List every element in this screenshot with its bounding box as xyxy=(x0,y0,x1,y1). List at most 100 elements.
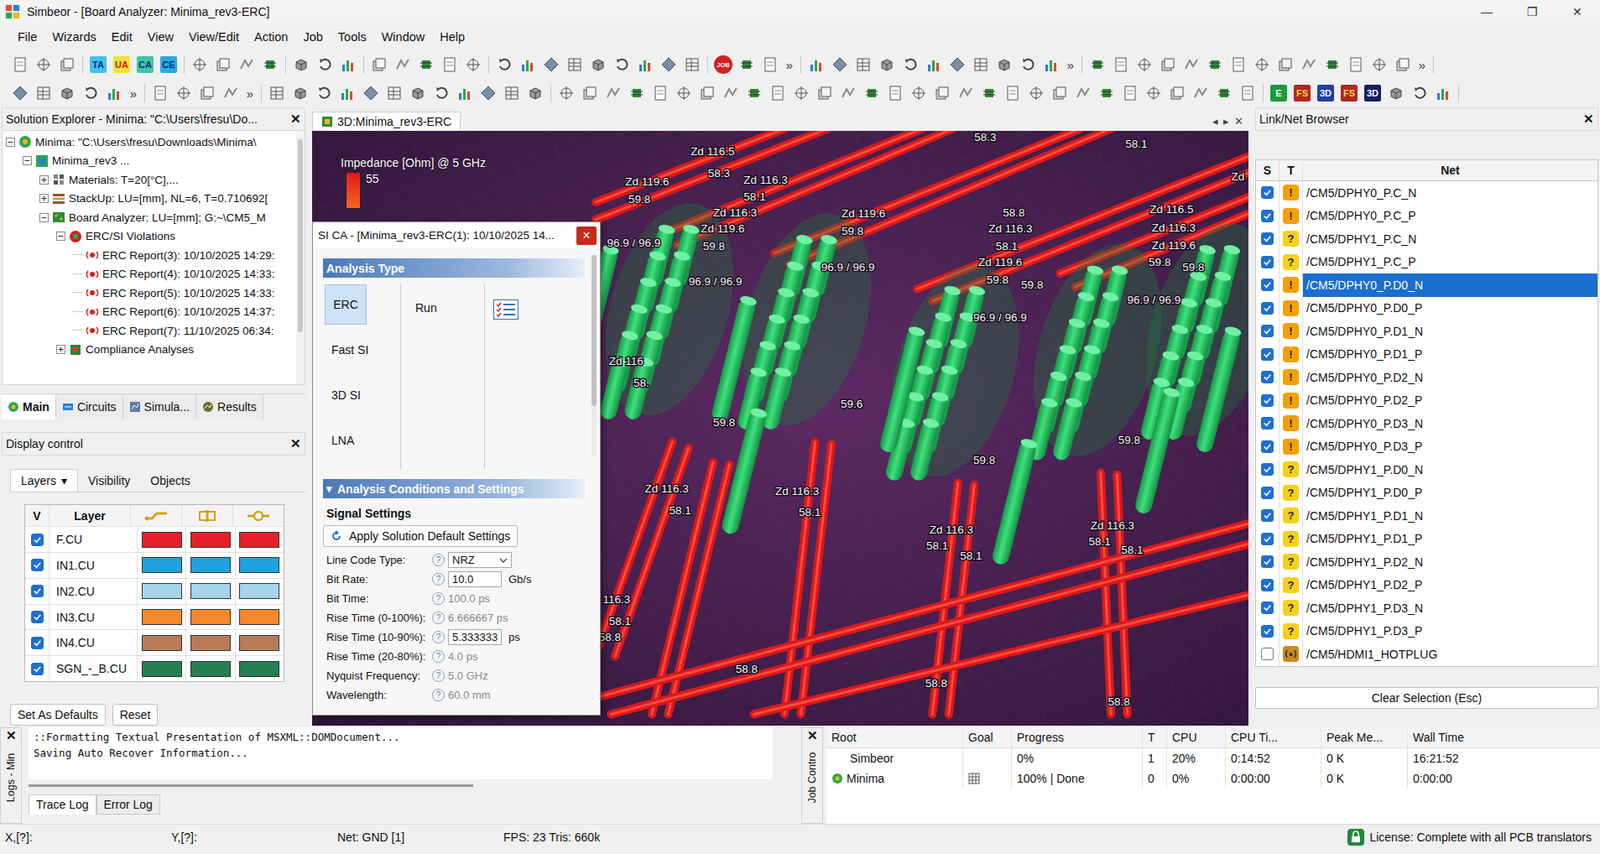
navigation-button[interactable]: ✕ xyxy=(1234,114,1244,128)
net-checkbox[interactable] xyxy=(1261,348,1274,361)
settings-header[interactable]: ▾ Analysis Conditions and Settings xyxy=(323,479,585,499)
net-row[interactable]: ! /CM5/DPHY0_P.D3_N xyxy=(1256,411,1598,436)
toolbar-button[interactable] xyxy=(335,81,360,105)
layer-visible-checkbox[interactable] xyxy=(31,610,44,624)
toolbar-button[interactable] xyxy=(875,52,899,77)
trace-color-swatch[interactable] xyxy=(141,635,183,652)
toolbar-button[interactable] xyxy=(289,52,313,77)
toolbar-button[interactable] xyxy=(554,81,579,105)
net-row[interactable]: ! /CM5/DPHY0_P.D1_N xyxy=(1256,319,1598,344)
menu-item[interactable]: File xyxy=(10,27,45,47)
expand-icon[interactable] xyxy=(56,344,66,355)
toolbar-button[interactable] xyxy=(265,81,289,105)
toolbar-button[interactable] xyxy=(429,81,454,105)
pad-color-swatch[interactable] xyxy=(239,635,280,652)
toolbar-button[interactable] xyxy=(437,52,462,77)
toolbar-button[interactable]: FS xyxy=(1337,81,1361,105)
layer-visible-checkbox[interactable] xyxy=(31,533,44,547)
via-color-swatch[interactable] xyxy=(190,557,231,574)
via-color-swatch[interactable] xyxy=(190,531,231,548)
expand-icon[interactable] xyxy=(39,193,49,204)
toolbar-button[interactable]: UA xyxy=(109,52,134,77)
toolbar-button[interactable] xyxy=(1203,52,1227,77)
column-header[interactable]: CPU xyxy=(1167,727,1226,748)
window-control-button[interactable]: ❐ xyxy=(1509,5,1555,19)
toolbar-button[interactable] xyxy=(930,81,954,105)
toolbar-button[interactable] xyxy=(719,81,743,105)
toolbar-button[interactable] xyxy=(288,81,313,105)
toolbar-button[interactable] xyxy=(1179,52,1204,77)
toolbar-button[interactable] xyxy=(836,81,860,105)
net-checkbox[interactable] xyxy=(1261,209,1274,223)
toolbar-button[interactable] xyxy=(234,52,259,77)
toolbar-button[interactable] xyxy=(336,52,360,77)
collapse-icon[interactable] xyxy=(5,137,16,147)
net-checkbox[interactable] xyxy=(1261,278,1274,292)
toolbar-button[interactable] xyxy=(1384,81,1408,105)
net-row[interactable]: ? /CM5/DPHY1_P.D1_P xyxy=(1256,527,1598,552)
column-header[interactable]: Progress xyxy=(1011,727,1143,748)
net-checkbox[interactable] xyxy=(1261,625,1274,638)
collapse-icon[interactable] xyxy=(22,156,32,166)
net-row[interactable]: ! /CM5/DPHY0_P.D0_N xyxy=(1256,273,1598,298)
net-checkbox[interactable] xyxy=(1261,486,1274,500)
toolbar-button[interactable] xyxy=(906,81,931,105)
button[interactable]: Set As Defaults xyxy=(10,703,106,726)
trace-color-swatch[interactable] xyxy=(141,661,183,678)
trace-color-swatch[interactable] xyxy=(141,609,183,626)
layer-row[interactable]: IN1.CU xyxy=(25,552,284,579)
layer-row[interactable]: SGN_-_B.CU xyxy=(25,656,284,682)
toolbar-button[interactable] xyxy=(562,52,587,77)
trace[interactable] xyxy=(610,543,1249,715)
apply-defaults-button[interactable]: Apply Solution Default Settings xyxy=(323,525,518,548)
toolbar-button[interactable] xyxy=(492,52,516,77)
toolbar-button[interactable] xyxy=(312,81,336,105)
panel-tab[interactable]: Simula... xyxy=(123,394,197,420)
toolbar-button[interactable] xyxy=(1156,52,1180,77)
tree-item[interactable]: ERC Report(5): 10/10/2025 14:33: xyxy=(2,283,297,303)
toolbar-button[interactable] xyxy=(1039,52,1064,77)
toolbar-button[interactable] xyxy=(734,52,759,77)
toolbar-button[interactable] xyxy=(586,52,610,77)
log-tab[interactable]: Trace Log xyxy=(28,794,97,815)
toolbar-button[interactable] xyxy=(312,52,337,77)
toolbar-button[interactable] xyxy=(1391,52,1415,77)
net-checkbox[interactable] xyxy=(1261,532,1274,546)
toolbar-button[interactable] xyxy=(922,52,946,77)
tree-item[interactable]: ERC/SI Violations xyxy=(2,227,297,247)
analysis-type-header[interactable]: Analysis Type xyxy=(323,258,585,278)
help-icon[interactable]: ? xyxy=(432,669,445,683)
toolbar-button[interactable] xyxy=(1141,81,1166,105)
tree-item[interactable]: Compliance Analyses xyxy=(2,340,297,360)
toolbar-button[interactable] xyxy=(656,52,681,77)
toolbar-button[interactable] xyxy=(171,81,196,105)
menu-item[interactable]: Window xyxy=(374,27,433,47)
toolbar-button[interactable] xyxy=(1071,81,1095,105)
trace-color-swatch[interactable] xyxy=(141,557,183,574)
menu-item[interactable]: Tools xyxy=(330,27,375,47)
toolbar-button[interactable] xyxy=(414,52,438,77)
menu-item[interactable]: Wizards xyxy=(44,27,104,47)
pad-color-swatch[interactable] xyxy=(239,531,280,548)
pad-color-swatch[interactable] xyxy=(239,557,280,574)
net-checkbox[interactable] xyxy=(1261,601,1274,615)
tree-item[interactable]: ERC Report(7): 11/10/2025 06:34: xyxy=(2,321,297,341)
scrollbar[interactable] xyxy=(28,782,773,790)
tree-item[interactable]: Minima: "C:\Users\fresu\Downloads\Minima… xyxy=(2,132,297,152)
toolbar-button[interactable] xyxy=(390,52,415,77)
via-color-swatch[interactable] xyxy=(190,609,231,626)
toolbar-button[interactable] xyxy=(945,52,970,77)
toolbar-button[interactable] xyxy=(1273,52,1298,77)
scrollbar[interactable] xyxy=(296,130,305,385)
toolbar-button[interactable] xyxy=(766,81,790,105)
pad-color-swatch[interactable] xyxy=(239,583,280,600)
help-icon[interactable]: ? xyxy=(432,611,445,625)
toolbar-button[interactable] xyxy=(461,52,485,77)
layer-visible-checkbox[interactable] xyxy=(31,636,44,650)
toolbar-button[interactable] xyxy=(8,52,32,77)
trace[interactable] xyxy=(754,594,1249,715)
trace[interactable] xyxy=(1100,472,1111,715)
via[interactable] xyxy=(709,294,757,423)
toolbar-button[interactable] xyxy=(406,81,430,105)
display-control-tab[interactable]: Objects xyxy=(140,469,200,492)
